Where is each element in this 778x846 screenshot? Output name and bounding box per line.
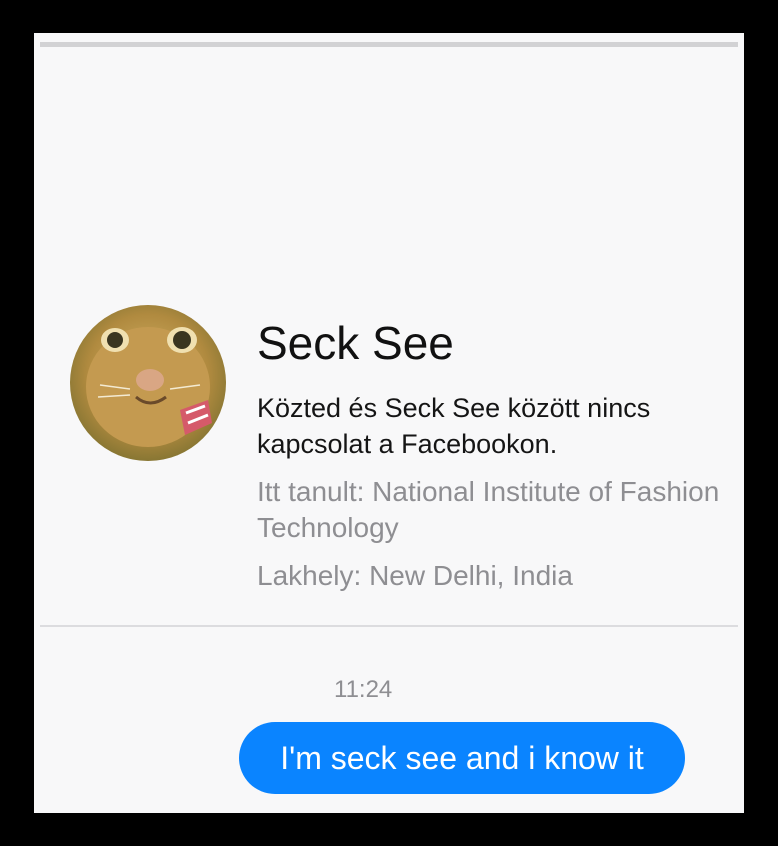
messenger-screen: Seck See Közted és Seck See között nincs… [34, 33, 744, 813]
education-info: Itt tanult: National Institute of Fashio… [257, 476, 720, 543]
cat-avatar-image [70, 305, 226, 461]
header-divider [40, 42, 738, 47]
outgoing-message-bubble[interactable]: I'm seck see and i know it [239, 722, 685, 794]
location-info: Lakhely: New Delhi, India [257, 560, 573, 591]
avatar[interactable] [70, 305, 226, 461]
message-timestamp: 11:24 [334, 676, 393, 703]
section-divider [40, 625, 738, 627]
profile-name[interactable]: Seck See [257, 315, 454, 371]
connection-status-text: Közted és Seck See között nincs kapcsola… [257, 393, 651, 459]
